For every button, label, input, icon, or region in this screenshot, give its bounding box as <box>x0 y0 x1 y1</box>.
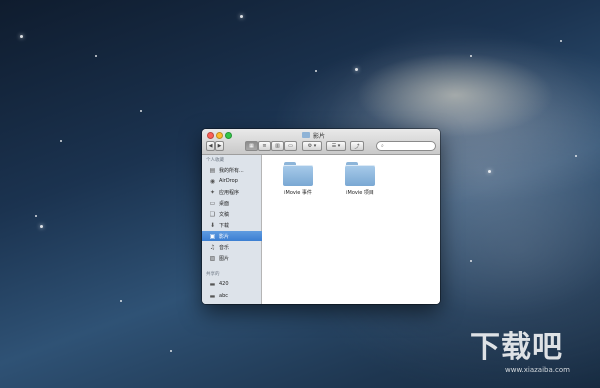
sidebar-item-all-files[interactable]: ▤ 我的所有... <box>202 165 262 175</box>
sidebar-item-disk-420[interactable]: ▬ 420 <box>202 279 262 289</box>
search-icon: ⌕ <box>381 143 384 149</box>
folder-item-imovie-projects[interactable]: iMovie 项目 <box>335 162 385 196</box>
minimize-button[interactable] <box>216 132 223 139</box>
star <box>488 170 491 173</box>
watermark-url: www.xiazaiba.com <box>505 366 570 374</box>
sidebar-item-desktop[interactable]: ▭ 桌面 <box>202 198 262 208</box>
folder-item-imovie-events[interactable]: iMovie 事件 <box>273 162 323 196</box>
sidebar-item-airdrop[interactable]: ◉ AirDrop <box>202 176 262 186</box>
star <box>60 140 62 142</box>
star <box>20 35 23 38</box>
file-name: iMovie 项目 <box>346 190 374 196</box>
sidebar-item-label: 文稿 <box>219 211 230 218</box>
star <box>170 350 172 352</box>
sidebar-section-shared: 共享的 <box>206 272 220 277</box>
star <box>40 225 43 228</box>
list-view-icon: ≡ <box>262 143 267 149</box>
star <box>470 55 472 57</box>
file-name: iMovie 事件 <box>284 190 312 196</box>
disk-icon: ▬ <box>209 292 216 300</box>
sidebar-item-pictures[interactable]: ▨ 图片 <box>202 253 262 263</box>
back-button[interactable]: ◀ <box>206 141 215 151</box>
sidebar-item-label: 影片 <box>219 233 230 240</box>
star <box>560 40 562 42</box>
star <box>315 70 317 72</box>
folder-icon <box>302 132 310 138</box>
star <box>470 260 472 262</box>
sidebar-item-label: AirDrop <box>219 178 238 184</box>
search-field[interactable]: ⌕ <box>376 141 436 151</box>
sidebar-item-label: 音乐 <box>219 244 230 251</box>
sidebar: 个人收藏 ▤ 我的所有... ◉ AirDrop ✦ 应用程序 ▭ 桌面 ❑ 文… <box>202 155 262 304</box>
zoom-button[interactable] <box>225 132 232 139</box>
airdrop-icon: ◉ <box>209 177 216 185</box>
star <box>240 15 243 18</box>
sidebar-item-label: 我的所有... <box>219 167 244 174</box>
list-view-button[interactable]: ≡ <box>258 141 271 151</box>
star <box>35 215 37 217</box>
folder-icon <box>345 162 375 186</box>
star <box>575 155 577 157</box>
column-view-icon: ▥ <box>275 143 280 149</box>
sidebar-item-music[interactable]: ♫ 音乐 <box>202 242 262 252</box>
close-button[interactable] <box>207 132 214 139</box>
sidebar-item-movies[interactable]: ▣ 影片 <box>202 231 262 241</box>
star <box>355 68 358 71</box>
sidebar-section-favorites: 个人收藏 <box>206 158 224 163</box>
arrange-menu-button[interactable]: ☰ ▾ <box>326 141 346 151</box>
sidebar-item-label: 下载 <box>219 222 230 229</box>
music-icon: ♫ <box>209 243 216 251</box>
sidebar-item-documents[interactable]: ❑ 文稿 <box>202 209 262 219</box>
coverflow-view-icon: ▭ <box>288 143 293 149</box>
star <box>120 300 122 302</box>
downloads-icon: ⬇ <box>209 221 216 229</box>
watermark-logo: 下载吧 <box>470 330 563 365</box>
title-bar[interactable]: 影片 ◀ ▶ ▦ ≡ ▥ ▭ ⚙ ▾ ☰ ▾ ⤴ ⌕ <box>202 129 440 155</box>
sidebar-item-label: 图片 <box>219 255 230 262</box>
movies-icon: ▣ <box>209 232 216 240</box>
pictures-icon: ▨ <box>209 254 216 262</box>
folder-icon <box>283 162 313 186</box>
coverflow-view-button[interactable]: ▭ <box>284 141 297 151</box>
window-title-text: 影片 <box>313 132 326 140</box>
sidebar-item-downloads[interactable]: ⬇ 下载 <box>202 220 262 230</box>
window-title: 影片 <box>302 130 325 140</box>
sidebar-item-label: 桌面 <box>219 200 230 207</box>
action-menu-button[interactable]: ⚙ ▾ <box>302 141 322 151</box>
sidebar-item-disk-abc[interactable]: ▬ abc <box>202 291 262 301</box>
star <box>140 110 142 112</box>
forward-button[interactable]: ▶ <box>215 141 224 151</box>
icon-view-icon: ▦ <box>249 143 254 149</box>
sidebar-item-applications[interactable]: ✦ 应用程序 <box>202 187 262 197</box>
sidebar-item-label: 应用程序 <box>219 189 240 196</box>
all-files-icon: ▤ <box>209 166 216 174</box>
star <box>95 55 97 57</box>
disk-icon: ▬ <box>209 280 216 288</box>
icon-view-button[interactable]: ▦ <box>245 141 258 151</box>
desktop-icon: ▭ <box>209 199 216 207</box>
finder-window[interactable]: 影片 ◀ ▶ ▦ ≡ ▥ ▭ ⚙ ▾ ☰ ▾ ⤴ ⌕ 个人收藏 ▤ 我的所有..… <box>202 129 440 304</box>
sidebar-item-label: 420 <box>219 281 229 287</box>
column-view-button[interactable]: ▥ <box>271 141 284 151</box>
share-button[interactable]: ⤴ <box>350 141 364 151</box>
applications-icon: ✦ <box>209 188 216 196</box>
sidebar-item-label: abc <box>219 293 228 299</box>
documents-icon: ❑ <box>209 210 216 218</box>
file-browser[interactable]: iMovie 事件 iMovie 项目 <box>263 155 440 304</box>
